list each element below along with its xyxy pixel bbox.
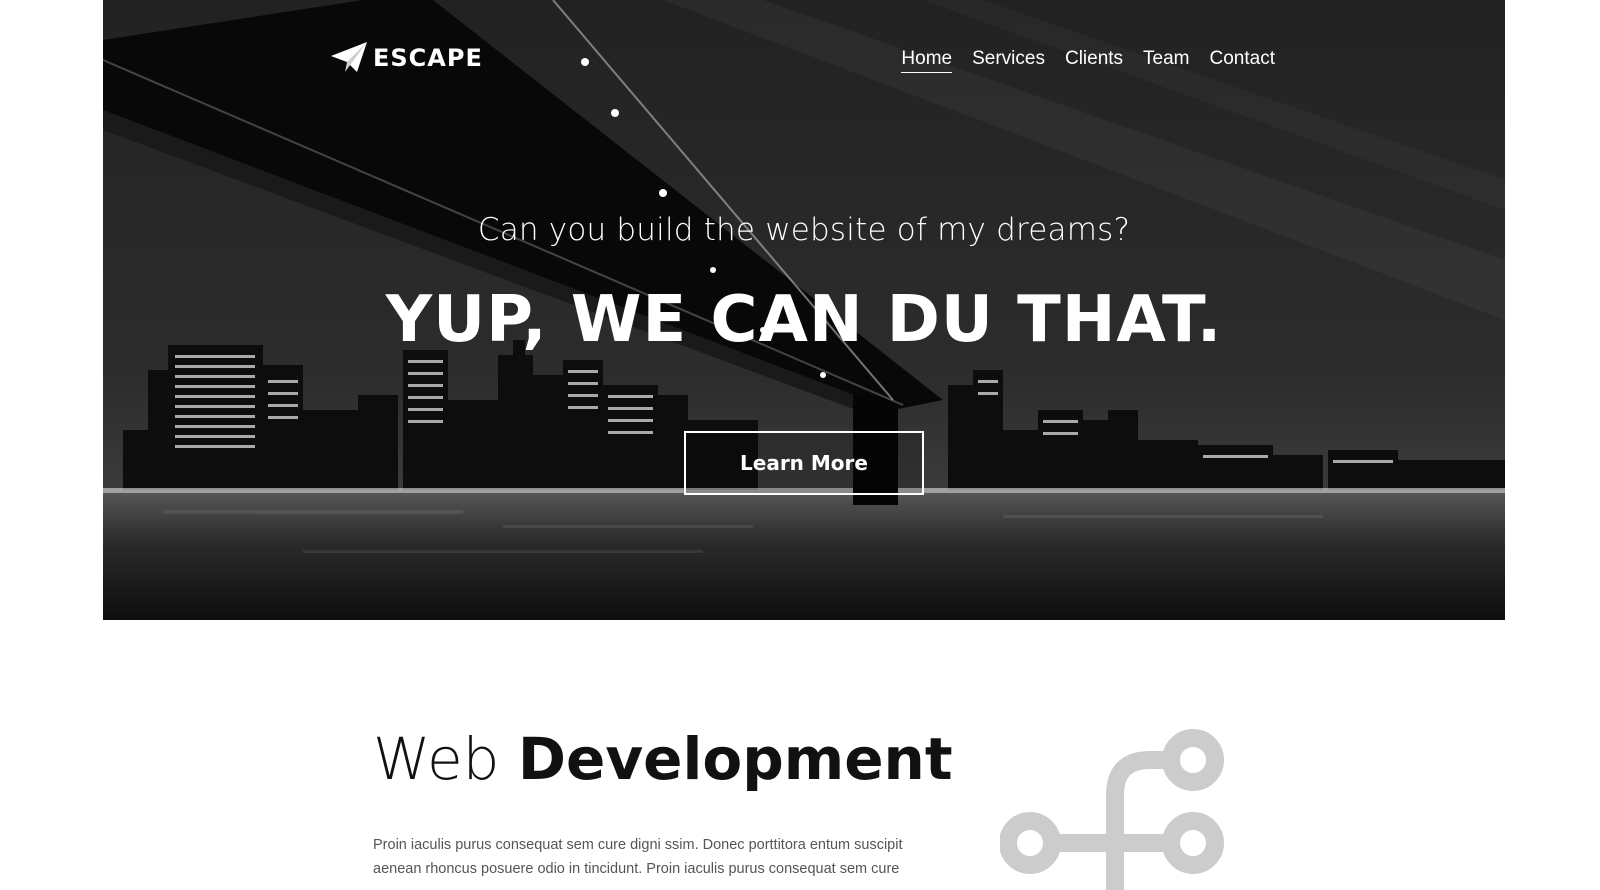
paper-plane-icon [331,42,367,72]
nav-item-contact[interactable]: Contact [1210,48,1275,73]
nav-item-home[interactable]: Home [901,48,953,73]
main-nav: Home Services Clients Team Contact [901,48,1275,73]
learn-more-button[interactable]: Learn More [684,431,924,495]
hero-banner: ESCAPE Home Services Clients Team Contac… [103,0,1505,620]
nav-item-team[interactable]: Team [1143,48,1189,73]
hero-subtitle: Can you build the website of my dreams? [477,212,1131,248]
brand-logo[interactable]: ESCAPE [331,42,483,74]
nav-item-clients[interactable]: Clients [1065,48,1123,73]
brand-name: ESCAPE [373,44,483,72]
nav-item-services[interactable]: Services [972,48,1045,73]
hero-title: YUP, WE CAN DU THAT. [385,283,1223,357]
section-title: Web Development [373,725,953,793]
section-title-light: Web [373,725,500,793]
section-title-bold: Development [517,725,953,793]
web-development-section: Web Development Proin iaculis purus cons… [373,725,953,881]
section-body-text: Proin iaculis purus consequat sem cure d… [373,837,903,877]
git-branch-icon [1000,729,1224,890]
